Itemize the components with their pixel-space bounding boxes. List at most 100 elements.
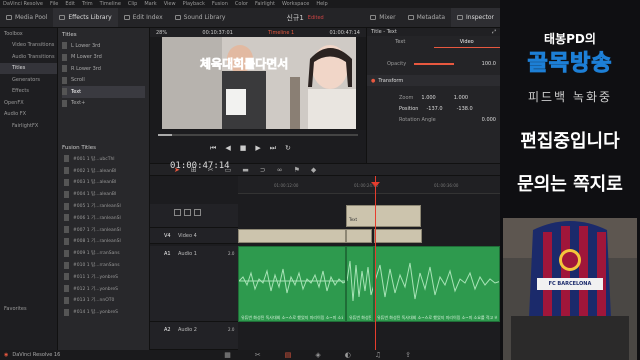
play-icon[interactable]: ▶: [255, 144, 260, 153]
effects-category-item[interactable]: Video Transitions: [0, 40, 57, 52]
jump-end-icon[interactable]: ⏭: [270, 144, 276, 153]
snapping-icon[interactable]: ⊃: [260, 166, 266, 174]
menu-item[interactable]: Edit: [65, 1, 75, 7]
track-header-a1[interactable]: A1 Audio 1 2.0: [150, 246, 238, 322]
fusion-title-item[interactable]: #004 1 탐...aleanBl: [58, 188, 149, 200]
audio-clip[interactable]: 유튜번 화성된 독사대회 소~스로 했었지 미리이밍 소~미 소요를 적고 비슷…: [346, 246, 374, 322]
cut-page-icon[interactable]: ✂: [255, 351, 261, 359]
enable-dot-icon[interactable]: ●: [371, 78, 375, 84]
timeline-ruler[interactable]: 01:00:12:00 01:00:24:00 01:00:36:00: [238, 176, 500, 194]
title-item[interactable]: Scroll: [62, 75, 145, 87]
overwrite-clip-icon[interactable]: ▬: [242, 166, 249, 174]
inspector-button[interactable]: Inspector: [451, 8, 500, 27]
fusion-title-item[interactable]: #003 1 탐...aleanBl: [58, 177, 149, 189]
lock-icon[interactable]: [174, 209, 181, 216]
effects-category-item[interactable]: Audio FX: [0, 109, 57, 121]
menu-item[interactable]: Timeline: [100, 1, 121, 7]
menu-item[interactable]: Help: [316, 1, 327, 7]
fusion-title-item[interactable]: #009 1 탐...rranSans: [58, 247, 149, 259]
title-item[interactable]: L Lower 3rd: [62, 40, 145, 52]
track-header-v4[interactable]: V4 Video 4: [150, 228, 238, 244]
fusion-title-item[interactable]: #008 1 기...ranleanSl: [58, 236, 149, 248]
mixer-button[interactable]: Mixer: [364, 8, 401, 27]
fusion-title-item[interactable]: #011 1 기...yonbreS: [58, 271, 149, 283]
effects-category-item[interactable]: FairlightFX: [0, 120, 57, 132]
expand-icon[interactable]: ⤢: [492, 29, 496, 35]
fusion-title-item[interactable]: #002 1 탐...aleanBl: [58, 165, 149, 177]
title-item[interactable]: M Lower 3rd: [62, 52, 145, 64]
track-name[interactable]: Audio 2: [178, 327, 197, 333]
video-clip[interactable]: [238, 229, 346, 243]
viewer-timeline-name[interactable]: Timeline 1: [268, 30, 294, 36]
fusion-title-item[interactable]: #006 1 기...ranleanSl: [58, 212, 149, 224]
audio-clip[interactable]: 유튜번 화성된 독사대회 소~스로 했었지 미리이밍 소~미 소요를 적고 비슷…: [374, 246, 500, 322]
playhead[interactable]: [375, 176, 376, 350]
track-name[interactable]: Video 4: [178, 233, 197, 239]
menu-item[interactable]: Trim: [82, 1, 93, 7]
menu-item[interactable]: View: [164, 1, 176, 7]
fusion-title-item[interactable]: #013 1 기...nnOT0: [58, 295, 149, 307]
flag-icon[interactable]: ⚑: [294, 166, 300, 174]
deliver-page-icon[interactable]: ⇪: [405, 351, 411, 359]
title-item[interactable]: Text+: [62, 98, 145, 110]
metadata-button[interactable]: Metadata: [402, 8, 451, 27]
fusion-title-item[interactable]: #001 1 탐...ubcThl: [58, 153, 149, 165]
jump-start-icon[interactable]: ⏮: [210, 144, 216, 153]
menu-item[interactable]: Workspace: [282, 1, 309, 7]
transform-section[interactable]: ● Transform: [367, 75, 500, 86]
edit-page-icon[interactable]: ▤: [285, 351, 292, 359]
position-x-field[interactable]: -137.0: [426, 106, 442, 112]
text-clip[interactable]: Text: [346, 205, 421, 227]
fusion-title-item[interactable]: #010 1 탐...rranSans: [58, 259, 149, 271]
video-clip[interactable]: [374, 229, 422, 243]
track-name[interactable]: Audio 1: [178, 251, 197, 257]
sound-library-button[interactable]: Sound Library: [169, 8, 232, 27]
menu-item[interactable]: Fusion: [212, 1, 228, 7]
stop-icon[interactable]: ■: [240, 144, 247, 153]
position-y-field[interactable]: -138.0: [457, 106, 473, 112]
track-header-a2[interactable]: A2 Audio 2 2.0: [150, 322, 238, 350]
media-pool-button[interactable]: Media Pool: [0, 8, 53, 27]
video-clip[interactable]: [346, 229, 372, 243]
link-icon[interactable]: ∞: [277, 166, 283, 174]
menu-item[interactable]: Fairlight: [255, 1, 275, 7]
fusion-title-item[interactable]: #012 1 기...yonbreS: [58, 283, 149, 295]
effects-category-item[interactable]: Effects: [0, 86, 57, 98]
viewer-subtitle-text[interactable]: 체육대회를다면서: [200, 55, 289, 72]
fairlight-page-icon[interactable]: ♫: [375, 351, 381, 359]
visibility-icon[interactable]: [194, 209, 201, 216]
effects-category-item[interactable]: Audio Transitions: [0, 51, 57, 63]
effects-category-item[interactable]: Titles: [0, 62, 57, 74]
menu-item[interactable]: Color: [235, 1, 248, 7]
menu-item[interactable]: File: [50, 1, 58, 7]
effects-category-item[interactable]: Toolbox: [0, 28, 57, 40]
loop-icon[interactable]: ↻: [285, 144, 291, 153]
menu-item[interactable]: Mark: [144, 1, 156, 7]
media-page-icon[interactable]: ▦: [224, 351, 231, 359]
zoom-y-field[interactable]: 1.000: [454, 95, 468, 101]
menu-item[interactable]: Playback: [183, 1, 205, 7]
opacity-slider[interactable]: [414, 62, 455, 65]
rotation-field[interactable]: 0.000: [482, 117, 496, 123]
opacity-value[interactable]: 100.0: [482, 61, 496, 67]
scrub-bar[interactable]: [158, 134, 358, 136]
edit-index-button[interactable]: Edit Index: [118, 8, 169, 27]
track-header-v5[interactable]: [150, 204, 238, 228]
effects-library-button[interactable]: Effects Library: [53, 8, 118, 27]
fusion-title-item[interactable]: #014 1 탐...yonbreS: [58, 306, 149, 318]
fusion-title-item[interactable]: #007 1 기...ranleanSl: [58, 224, 149, 236]
title-item[interactable]: Text: [62, 86, 145, 98]
audio-clip[interactable]: 유튜번 화성된 독사대회 소~스로 했었지 미리이밍 소~미 소요를 적고 비슷…: [238, 246, 346, 322]
tab-text[interactable]: Text: [367, 36, 434, 48]
fusion-page-icon[interactable]: ◈: [315, 351, 320, 359]
title-item[interactable]: R Lower 3rd: [62, 63, 145, 75]
effects-category-item[interactable]: OpenFX: [0, 97, 57, 109]
tab-video[interactable]: Video: [433, 36, 500, 48]
menu-item[interactable]: Clip: [128, 1, 137, 7]
fusion-title-item[interactable]: #005 1 기...ranleanSl: [58, 200, 149, 212]
marker-icon[interactable]: ◆: [311, 166, 316, 174]
effects-category-item[interactable]: Generators: [0, 74, 57, 86]
favorites-label[interactable]: Favorites: [0, 306, 58, 312]
zoom-x-field[interactable]: 1.000: [421, 95, 435, 101]
viewer-zoom[interactable]: 28%: [156, 30, 167, 36]
